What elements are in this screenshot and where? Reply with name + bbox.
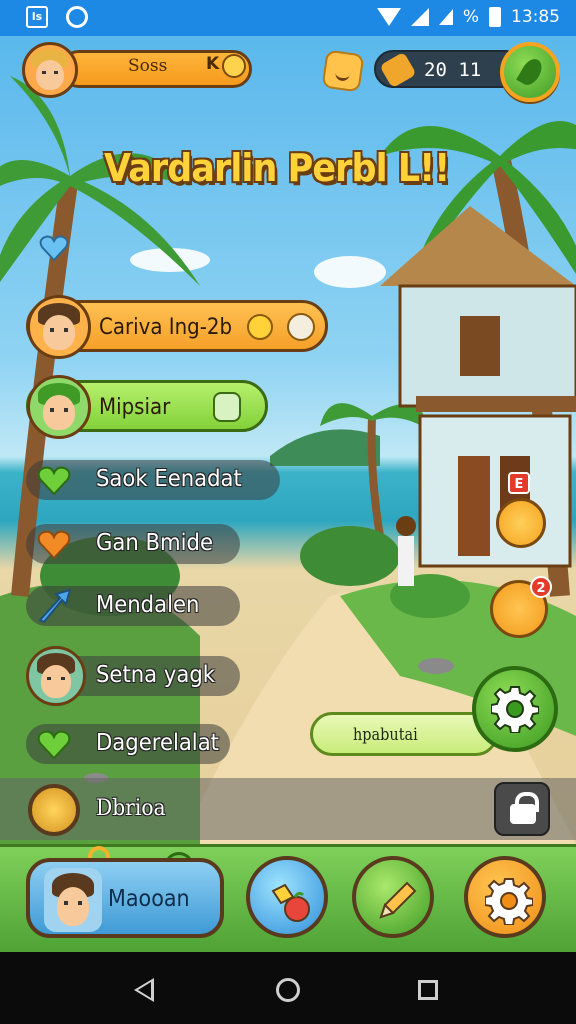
notification-badge: E xyxy=(508,472,530,494)
green-heart-icon xyxy=(37,730,71,760)
back-icon[interactable] xyxy=(134,978,154,1002)
menu-primary-label: Cariva Ing-2b xyxy=(99,315,233,340)
menu-item[interactable]: Saok Eenadat xyxy=(26,460,280,500)
signal-icon xyxy=(410,8,429,26)
avatar-face xyxy=(42,395,76,431)
arrow-icon xyxy=(38,588,72,624)
avatar-face xyxy=(40,665,72,698)
about-label: Dbrioa xyxy=(96,796,166,821)
menu-item[interactable]: Gan Bmide xyxy=(26,524,240,564)
sync-icon xyxy=(66,6,88,28)
coin-icon xyxy=(28,784,80,836)
avatar-face xyxy=(42,315,76,351)
smiley-icon[interactable] xyxy=(321,49,365,93)
leaf-icon[interactable] xyxy=(500,42,560,102)
battery-percent: % xyxy=(462,7,479,27)
profile-card[interactable]: Maooan xyxy=(26,858,224,938)
toggle-icon[interactable] xyxy=(213,392,241,422)
avatar-face xyxy=(56,887,90,926)
gear-icon xyxy=(485,878,533,925)
hint-label: hpabutai xyxy=(353,725,418,745)
shop-button[interactable] xyxy=(246,856,328,938)
blue-heart-icon[interactable] xyxy=(38,232,70,264)
menu-primary-avatar xyxy=(27,295,91,359)
menu-item-label: Dagerelalat xyxy=(96,730,219,756)
menu-secondary[interactable]: Mipsiar xyxy=(26,375,268,439)
shop-icon xyxy=(271,883,310,922)
ticket-icon xyxy=(379,51,417,89)
player-level: K xyxy=(206,54,220,74)
profile-avatar xyxy=(44,868,102,932)
menu-item-label: Mendalen xyxy=(96,592,200,618)
hint-pill[interactable]: hpabutai xyxy=(310,712,498,756)
shield-icon xyxy=(287,313,315,341)
pencil-icon xyxy=(379,881,417,919)
avatar-eyes xyxy=(63,901,83,906)
game-title: Vardarlin Perbl L!! xyxy=(104,146,450,190)
green-heart-icon xyxy=(37,466,71,496)
player-avatar[interactable] xyxy=(22,42,78,98)
menu-item[interactable]: Setna yagk xyxy=(26,646,240,706)
avatar-eyes xyxy=(49,328,69,332)
status-bar: ls % 13:85 xyxy=(0,0,576,36)
wifi-icon xyxy=(376,8,401,26)
gear-icon xyxy=(491,686,539,733)
menu-item-label: Setna yagk xyxy=(96,662,216,688)
menu-secondary-label: Mipsiar xyxy=(99,395,171,420)
orange-heart-icon xyxy=(37,530,71,560)
settings-button[interactable] xyxy=(464,856,546,938)
notification-badge: 2 xyxy=(530,576,552,598)
home-icon[interactable] xyxy=(276,978,300,1002)
lock-icon[interactable] xyxy=(494,782,550,836)
avatar-eyes xyxy=(42,71,58,74)
menu-item[interactable]: Dagerelalat xyxy=(26,724,230,764)
app-icon: ls xyxy=(26,6,48,28)
avatar-face xyxy=(36,60,64,90)
menu-item-label: Gan Bmide xyxy=(96,530,213,556)
clock: 13:85 xyxy=(511,7,560,27)
signal-icon-2 xyxy=(438,9,453,25)
edit-button[interactable] xyxy=(352,856,434,938)
settings-gear-button[interactable] xyxy=(472,666,558,752)
profile-label: Maooan xyxy=(108,886,190,912)
menu-item[interactable]: Mendalen xyxy=(26,586,240,626)
about-bar[interactable] xyxy=(0,778,576,840)
currency-value: 20 11 xyxy=(424,59,482,81)
coin-icon xyxy=(247,314,273,340)
level-coin-icon xyxy=(222,54,246,78)
menu-secondary-avatar xyxy=(27,375,91,439)
quest-button[interactable] xyxy=(496,498,546,548)
player-score: Soss xyxy=(128,56,168,76)
battery-icon xyxy=(489,7,501,27)
avatar-eyes xyxy=(47,677,65,681)
menu-primary[interactable]: Cariva Ing-2b xyxy=(26,295,328,359)
menu-item-label: Saok Eenadat xyxy=(96,466,242,492)
avatar-eyes xyxy=(49,408,69,412)
recent-apps-icon[interactable] xyxy=(418,980,438,1000)
avatar-icon xyxy=(26,646,86,706)
